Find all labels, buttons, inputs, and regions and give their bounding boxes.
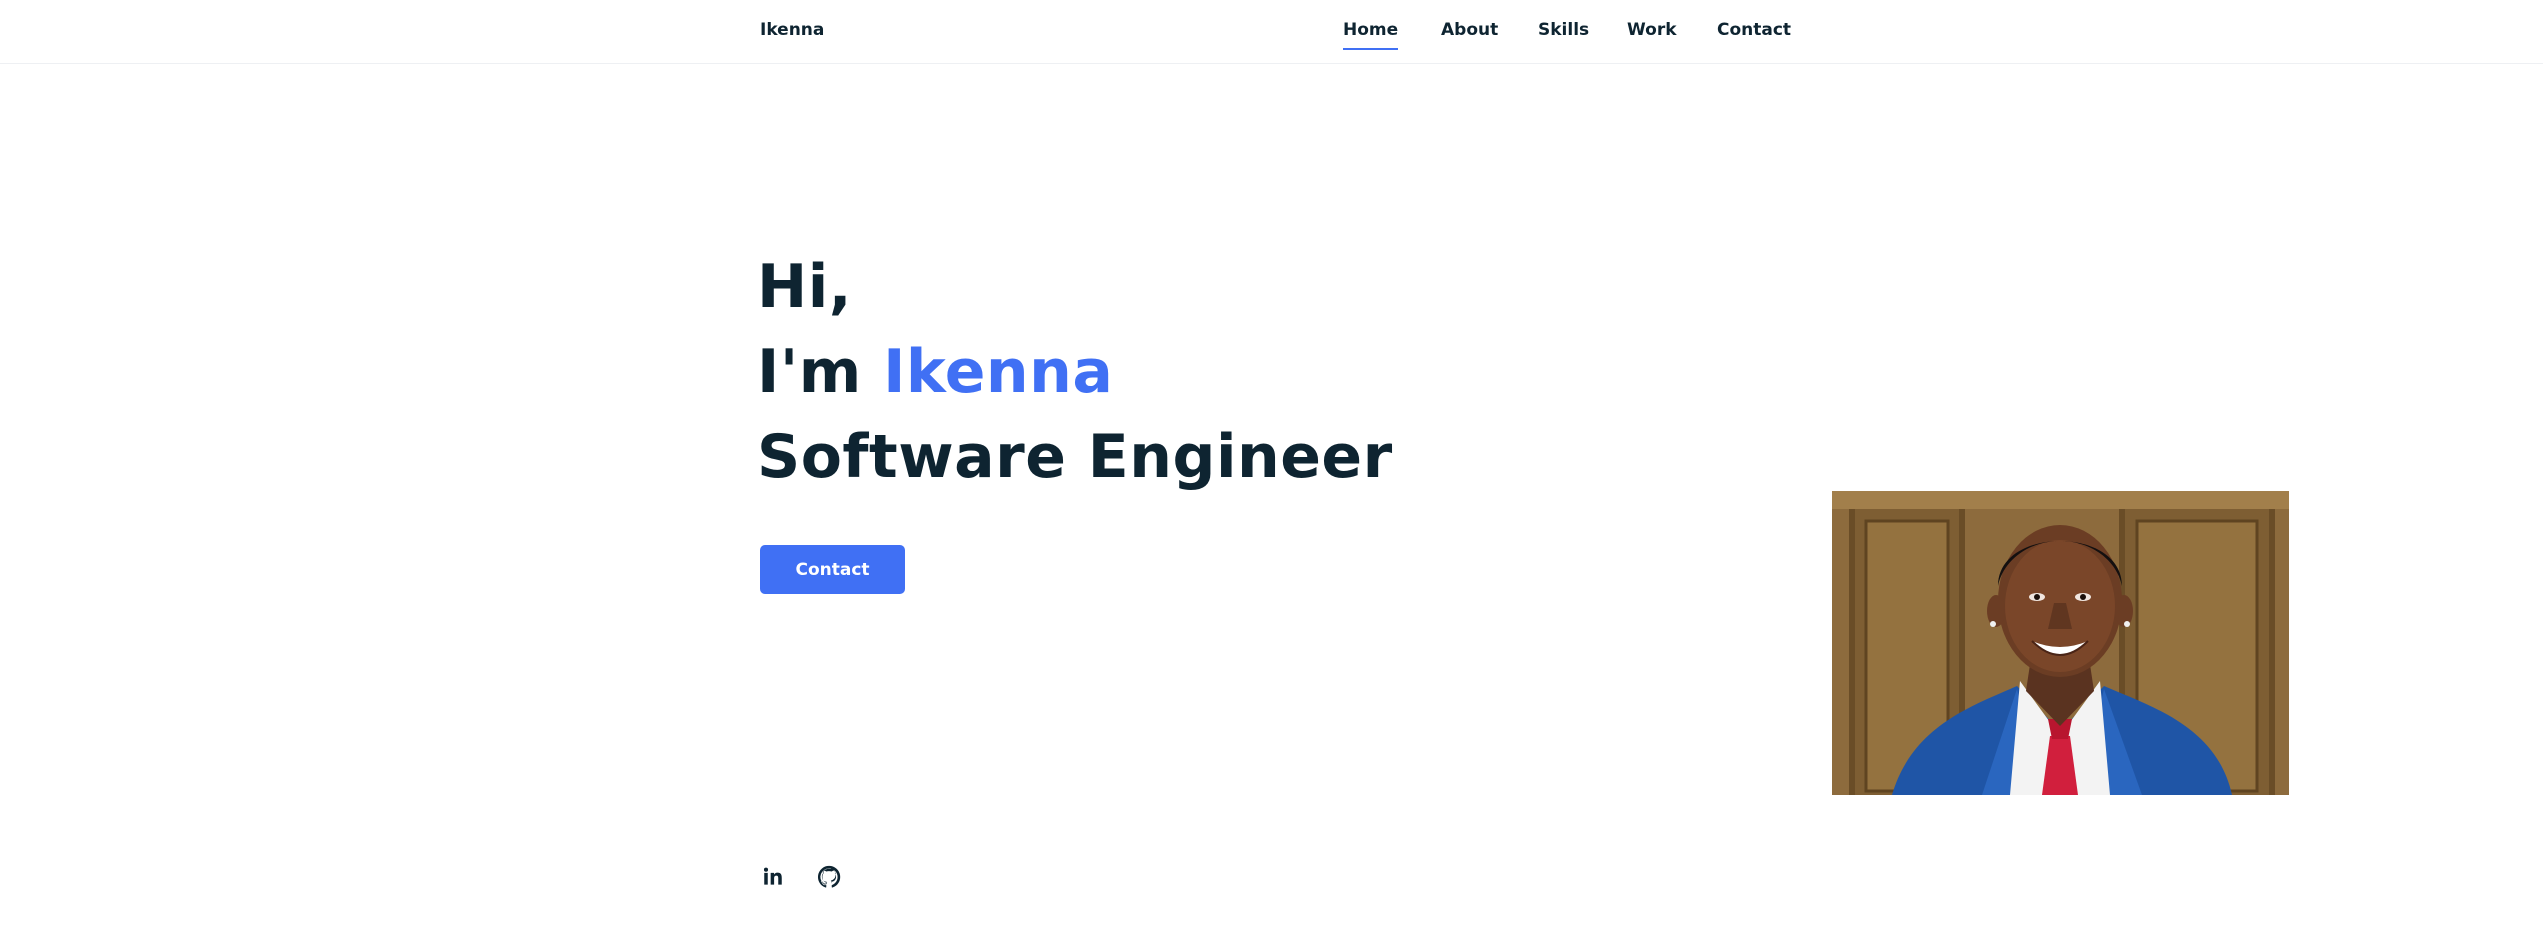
linkedin-icon[interactable]	[759, 863, 787, 891]
hero-role: Software Engineer	[757, 422, 1393, 492]
hero-intro-line: I'm Ikenna	[757, 337, 1113, 407]
profile-photo	[1832, 491, 2289, 795]
nav-skills[interactable]: Skills	[1538, 20, 1589, 50]
hero-name: Ikenna	[883, 337, 1114, 407]
site-header: Ikenna Home About Skills Work Contact	[0, 0, 2543, 64]
github-icon[interactable]	[815, 863, 843, 891]
hero-intro: I'm	[757, 337, 862, 407]
nav-home[interactable]: Home	[1343, 20, 1399, 50]
contact-button[interactable]: Contact	[760, 545, 905, 594]
nav-work[interactable]: Work	[1627, 20, 1677, 50]
nav-contact[interactable]: Contact	[1717, 20, 1791, 50]
hero-greeting: Hi,	[757, 252, 853, 322]
logo[interactable]: Ikenna	[760, 20, 824, 40]
nav-about[interactable]: About	[1441, 20, 1498, 50]
